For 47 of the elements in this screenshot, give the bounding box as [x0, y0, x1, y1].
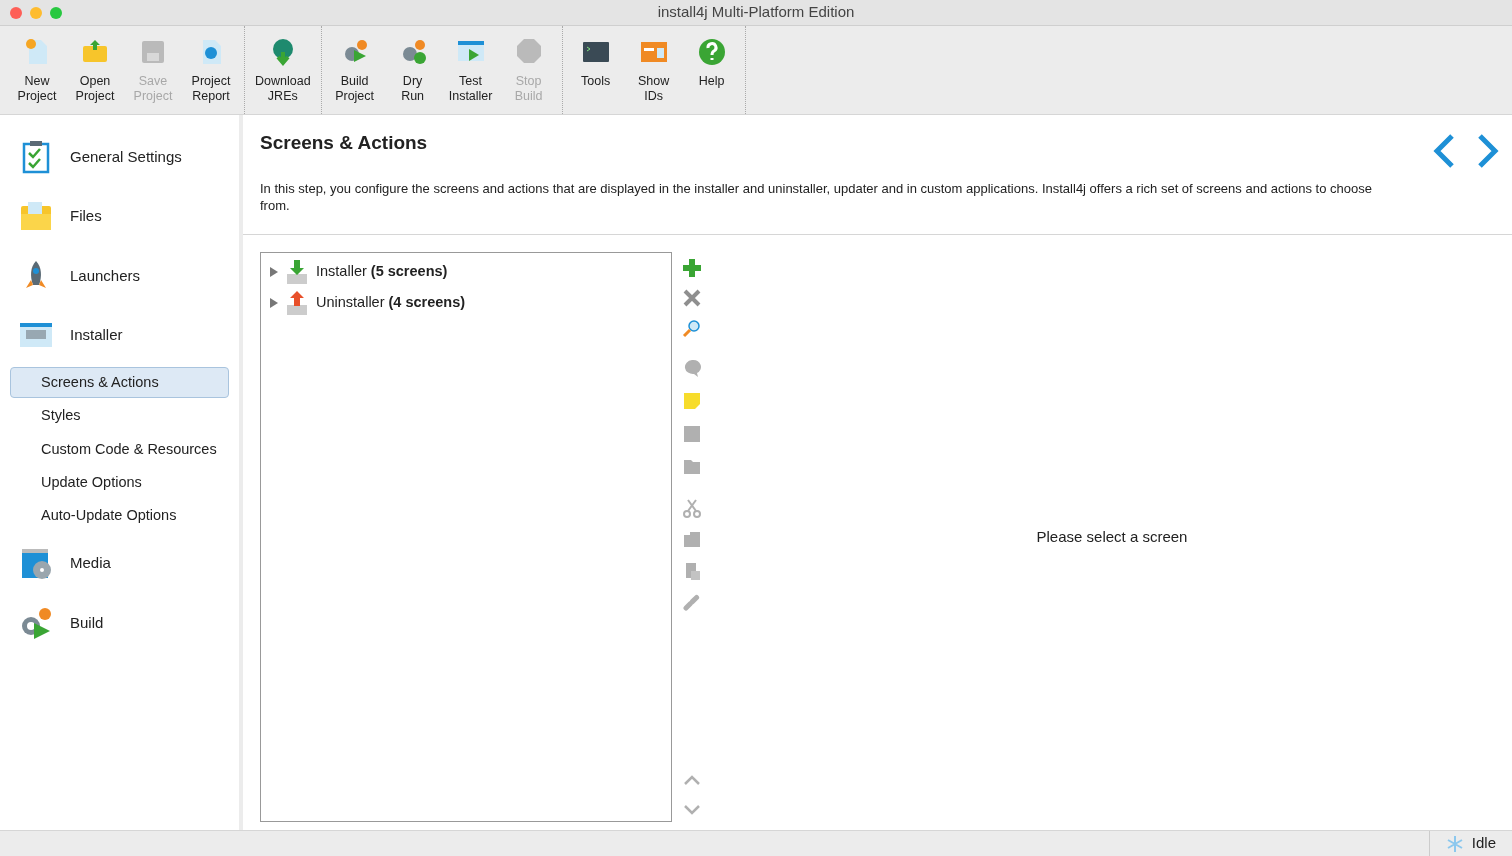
sidebar-section[interactable]: Installer	[10, 305, 229, 365]
window-title: install4j Multi-Platform Edition	[657, 2, 855, 23]
upload-arrow-icon	[286, 290, 308, 316]
toolbar-button[interactable]: Project Report	[182, 32, 240, 108]
sidebar-item[interactable]: Screens & Actions	[10, 367, 229, 399]
toolbar-button[interactable]: Dry Run	[383, 32, 442, 108]
toolbar-button[interactable]: Open Project	[66, 32, 124, 108]
sidebar-section[interactable]: Launchers	[10, 246, 229, 306]
maximize-window-button[interactable]	[50, 6, 62, 19]
delete-button[interactable]	[682, 287, 702, 308]
expand-toggle-icon[interactable]	[269, 267, 278, 277]
sidebar-item[interactable]: Update Options	[10, 467, 229, 499]
toolbar-button[interactable]: Test Installer	[441, 32, 500, 108]
page-description: In this step, you configure the screens and actions that are displayed in the installer and uninstaller, updater and in custom applications. Install4j offers a rich set of screens and actions to choose from.	[260, 179, 1373, 214]
sidebar-section[interactable]: Media	[10, 533, 229, 594]
page-title: Screens & Actions	[260, 131, 429, 155]
tree-node[interactable]: Installer (5 screens)	[261, 256, 671, 288]
sidebar-section[interactable]: Files	[10, 186, 229, 246]
status-text: Idle	[1471, 833, 1496, 854]
expand-toggle-icon[interactable]	[269, 298, 278, 308]
speech-bubble-icon	[682, 357, 702, 378]
empty-selection-message: Please select a screen	[1036, 526, 1188, 547]
toolbar-button[interactable]: Build Project	[325, 32, 384, 108]
sticky-note-button[interactable]	[682, 390, 702, 411]
tree-node[interactable]: Uninstaller (4 screens)	[261, 287, 671, 319]
close-window-button[interactable]	[10, 6, 22, 19]
scissors-icon	[682, 498, 702, 519]
download-arrow-icon	[286, 259, 308, 285]
delete-icon	[682, 287, 702, 308]
add-icon	[682, 257, 702, 278]
sidebar-item[interactable]: Custom Code & Resources	[10, 433, 229, 465]
search-icon	[682, 317, 702, 338]
toolbar-button[interactable]: New Project	[8, 32, 66, 108]
search-button[interactable]	[682, 317, 702, 338]
toolbar-button[interactable]: Help	[682, 32, 741, 108]
toolbar-button[interactable]: Show IDs	[624, 32, 683, 108]
sidebar-section[interactable]: Build	[10, 593, 229, 653]
snowflake-icon	[1445, 834, 1464, 853]
toolbar-button[interactable]: Tools	[566, 32, 625, 108]
toolbar-button[interactable]: Download JREs	[249, 32, 317, 108]
sticky-note-icon	[682, 390, 702, 411]
sidebar-section[interactable]: General Settings	[10, 127, 229, 187]
sidebar-item[interactable]: Styles	[10, 400, 229, 432]
copy-icon	[682, 529, 702, 550]
sidebar-item[interactable]: Auto-Update Options	[10, 500, 229, 532]
minimize-window-button[interactable]	[30, 6, 42, 19]
add-button[interactable]	[682, 257, 702, 278]
